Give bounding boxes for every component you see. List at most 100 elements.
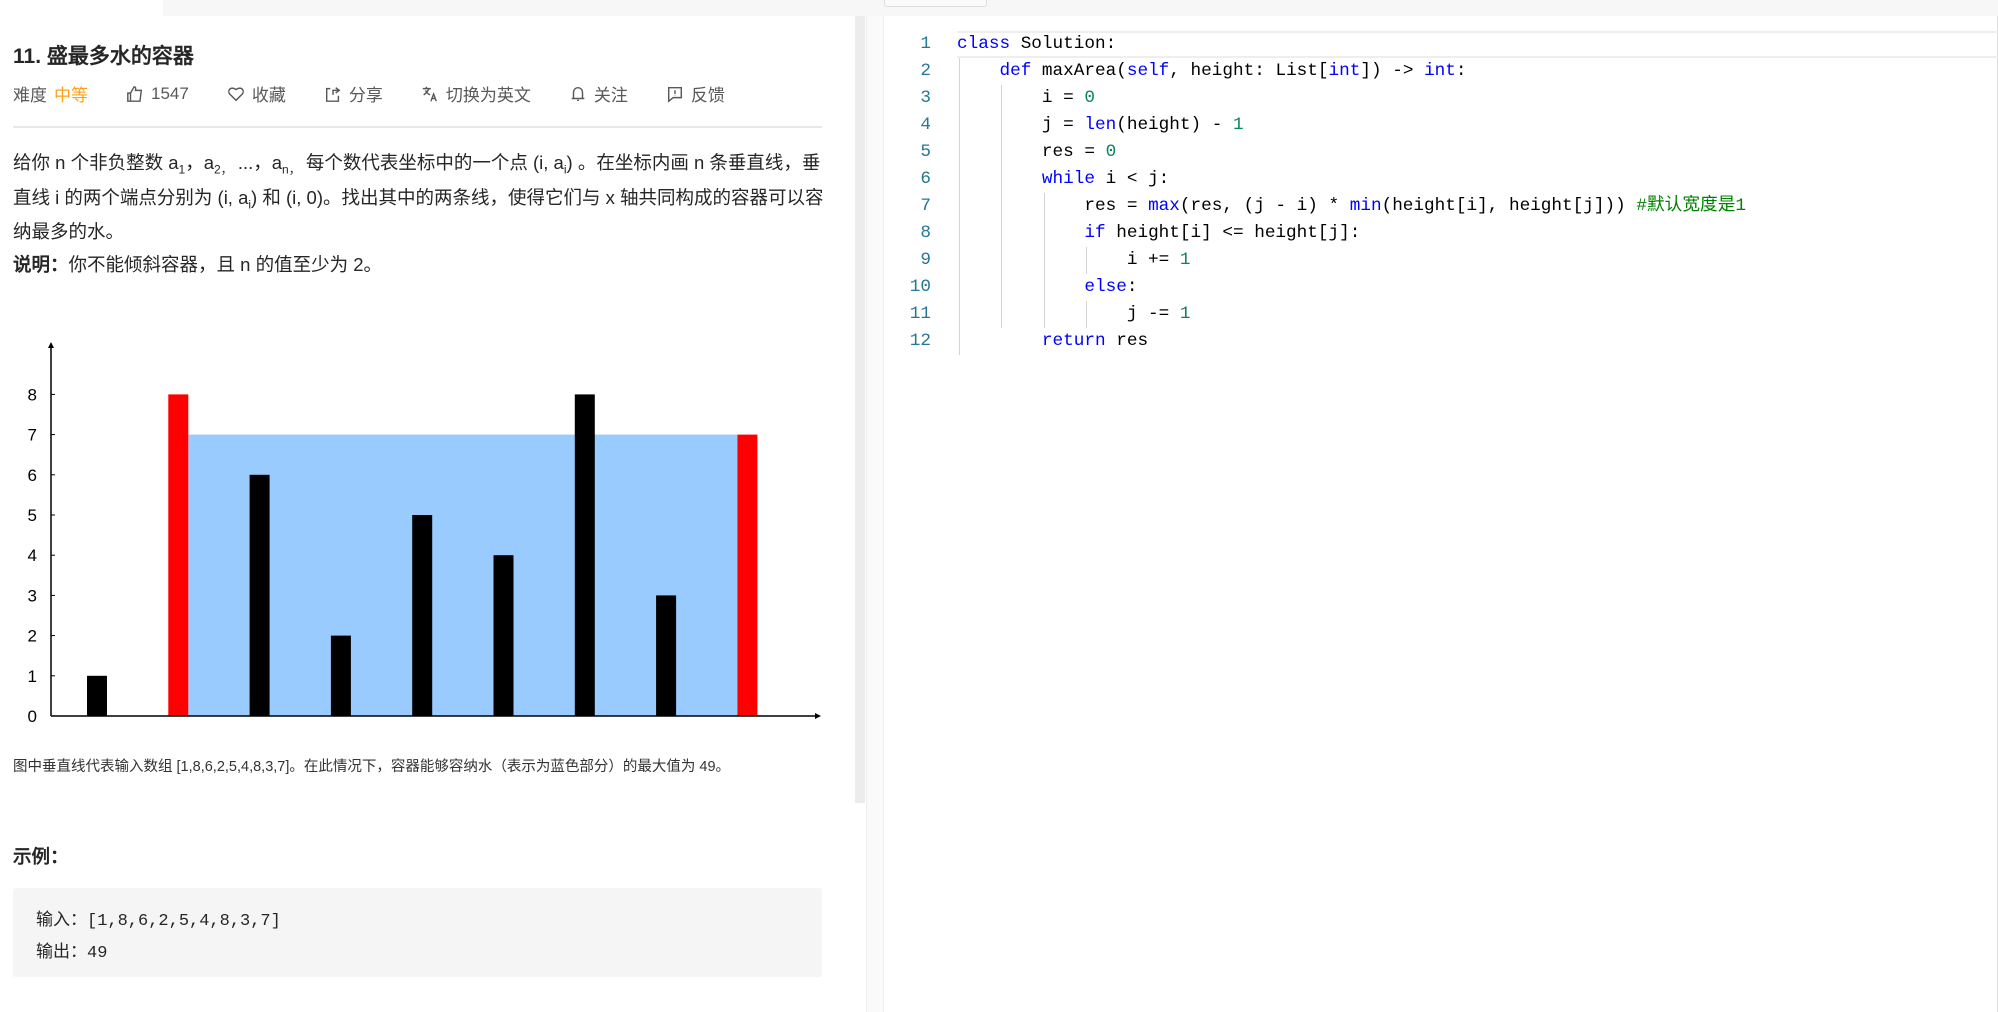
y-tick-label: 3 <box>28 586 37 605</box>
bar-1 <box>168 394 189 716</box>
y-tick-label: 8 <box>28 385 37 404</box>
code-text: return res <box>957 328 1148 355</box>
like-button[interactable]: 1547 <box>126 84 189 104</box>
code-line[interactable]: 10 else: <box>884 274 1998 301</box>
indent-guide <box>1086 301 1088 328</box>
line-number: 7 <box>920 196 931 216</box>
code-token: else <box>1084 277 1127 297</box>
indent-guide <box>1043 193 1045 328</box>
code-line[interactable]: 12 return res <box>884 328 1998 355</box>
chart-caption: 图中垂直线代表输入数组 [1,8,6,2,5,4,8,3,7]。在此情况下，容器… <box>13 759 731 775</box>
share-button[interactable]: 分享 <box>324 81 383 106</box>
code-token: 0 <box>1105 142 1117 162</box>
heart-icon <box>227 86 244 101</box>
indent-guide <box>1001 85 1003 328</box>
code-token: if <box>1084 223 1106 243</box>
code-line[interactable]: 8 if height[i] <= height[j]: <box>884 220 1998 247</box>
desc-sub: 2， <box>213 162 233 177</box>
left-panel-scrollbar[interactable] <box>855 16 865 803</box>
code-token: (res, (j - i) * <box>1179 196 1350 216</box>
note-text: 你不能倾斜容器，且 n 的值至少为 2。 <box>68 254 383 275</box>
favorite-button[interactable]: 收藏 <box>227 81 286 106</box>
editor-top-tab[interactable] <box>884 0 987 7</box>
code-token: 0 <box>1084 88 1095 108</box>
code-text: res = max(res, (j - i) * min(height[i], … <box>957 193 1746 220</box>
y-tick-label: 4 <box>28 546 37 565</box>
line-number: 4 <box>920 115 931 135</box>
code-token: 1 <box>1179 250 1191 270</box>
desc-text: ，a <box>185 152 214 173</box>
code-text: j -= 1 <box>957 301 1191 328</box>
code-text: def maxArea(self, height: List[int]) -> … <box>957 58 1466 85</box>
difficulty: 难度 中等 <box>13 81 88 106</box>
share-icon <box>325 86 341 102</box>
code-token: return <box>1041 331 1106 351</box>
code-token: class <box>957 34 1011 54</box>
code-line[interactable]: 2 def maxArea(self, height: List[int]) -… <box>884 58 1998 85</box>
code-token: #默认宽度是1 <box>1636 196 1746 216</box>
bar-0 <box>87 675 107 716</box>
code-token: i < j: <box>1095 169 1170 189</box>
divider <box>13 126 822 128</box>
code-line[interactable]: 4 j = len(height) - 1 <box>884 112 1998 139</box>
code-line[interactable]: 5 res = 0 <box>884 139 1998 166</box>
code-text: if height[i] <= height[j]: <box>957 220 1360 247</box>
x-axis-arrow <box>815 713 821 719</box>
code-line[interactable]: 1 class Solution: <box>884 31 1998 58</box>
code-token: res = <box>957 196 1149 216</box>
bar-3 <box>330 635 351 716</box>
panel-resizer[interactable] <box>866 16 1744 1012</box>
line-number: 8 <box>920 223 931 243</box>
desc-text: 给你 n 个非负整数 a <box>13 152 179 173</box>
code-token: i = <box>957 88 1085 108</box>
feedback-label: 反馈 <box>690 86 725 105</box>
code-line[interactable]: 9 i += 1 <box>884 247 1998 274</box>
desc-text: 每个数代表坐标中的一个点 (i, a <box>305 152 564 173</box>
switch-language-button[interactable]: 切换为英文 <box>421 81 531 106</box>
code-line[interactable]: 6 while i < j: <box>884 166 1998 193</box>
code-token: height[i] <= height[j]: <box>1105 223 1361 243</box>
code-text: j = len(height) - 1 <box>957 112 1244 139</box>
code-token: while <box>1041 169 1095 189</box>
switch-language-label: 切换为英文 <box>445 86 531 105</box>
translate-icon <box>422 86 437 101</box>
code-token: : <box>1126 277 1138 297</box>
code-text: while i < j: <box>957 166 1169 193</box>
example-input: 输入：[1,8,6,2,5,4,8,3,7] <box>36 912 281 931</box>
line-number: 11 <box>909 304 931 324</box>
code-line[interactable]: 3 i = 0 <box>884 85 1998 112</box>
code-token: int <box>1328 61 1361 81</box>
desc-sub: n， <box>282 162 301 177</box>
code-token: Solution: <box>1010 34 1117 54</box>
y-tick-label: 1 <box>28 667 37 686</box>
like-count: 1547 <box>151 83 189 103</box>
code-token: ]) -> <box>1360 61 1425 81</box>
problem-description: 给你 n 个非负整数 a1，a2， ...，an， 每个数代表坐标中的一个点 (… <box>13 149 825 245</box>
code-token: , height: List[ <box>1169 61 1329 81</box>
indent-guide <box>959 58 960 355</box>
top-bar <box>163 0 1998 16</box>
follow-button[interactable]: 关注 <box>569 81 628 106</box>
y-axis-arrow <box>48 342 54 348</box>
feedback-button[interactable]: 反馈 <box>666 81 725 106</box>
note-label: 说明： <box>13 254 69 275</box>
bar-7 <box>656 595 677 716</box>
code-token: (height[i], height[j])) <box>1381 196 1637 216</box>
code-line[interactable]: 7 res = max(res, (j - i) * min(height[i]… <box>884 193 1998 220</box>
code-text: res = 0 <box>957 139 1116 166</box>
code-token: j -= <box>957 304 1180 324</box>
code-text: i = 0 <box>957 85 1095 112</box>
code-token: def <box>999 61 1032 81</box>
bell-icon <box>571 86 585 101</box>
code-token: min <box>1349 196 1382 216</box>
follow-label: 关注 <box>593 86 628 105</box>
feedback-icon <box>667 86 682 103</box>
example-heading: 示例： <box>13 846 69 867</box>
code-line[interactable]: 11 j -= 1 <box>884 301 1998 328</box>
code-token: res = <box>957 142 1106 162</box>
line-number: 3 <box>920 88 931 108</box>
code-editor[interactable]: 1 class Solution: 2 def maxArea(self, heig… <box>884 16 1998 1012</box>
